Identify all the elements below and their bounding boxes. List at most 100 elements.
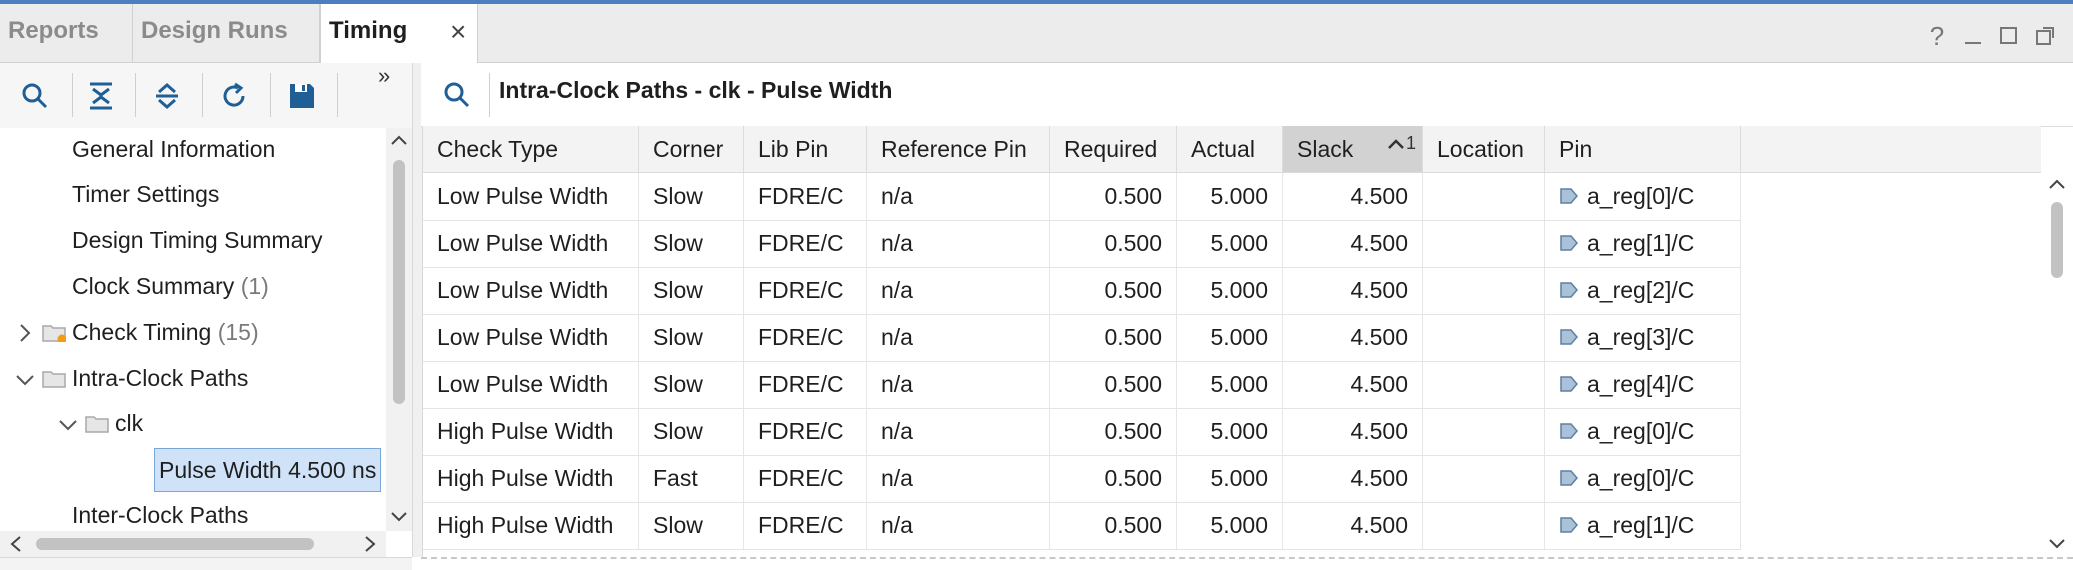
cell-location <box>1423 455 1545 502</box>
chevron-right-icon[interactable] <box>14 322 36 344</box>
cell-corner: Slow <box>639 314 744 361</box>
report-tree: General Information Timer Settings Desig… <box>0 128 386 531</box>
tree-item-general-information[interactable]: General Information <box>72 128 275 170</box>
column-header-reference-pin[interactable]: Reference Pin <box>867 126 1050 172</box>
collapse-all-icon <box>90 82 112 110</box>
cell-location <box>1423 314 1545 361</box>
cell-location <box>1423 502 1545 549</box>
tree-horizontal-scrollbar[interactable] <box>0 531 386 557</box>
pin-icon <box>1560 470 1578 486</box>
table-row[interactable]: Low Pulse Width Slow FDRE/C n/a 0.500 5.000 4.… <box>423 173 1741 221</box>
report-search-button[interactable] <box>437 77 477 113</box>
report-title: Intra-Clock Paths - clk - Pulse Width <box>499 77 893 103</box>
column-header-lib-pin[interactable]: Lib Pin <box>744 126 867 172</box>
cell-location <box>1423 220 1545 267</box>
chevron-down-icon[interactable] <box>14 369 36 391</box>
left-panel-footer <box>0 557 412 570</box>
pin-name[interactable]: a_reg[0]/C <box>1587 465 1694 491</box>
maximize-icon[interactable] <box>1994 20 2024 52</box>
toolbar-overflow-button[interactable]: » <box>378 63 390 89</box>
tree-item-pulse-width[interactable]: Pulse Width 4.500 ns <box>154 448 382 492</box>
cell-required: 0.500 <box>1050 220 1177 267</box>
tree-item-count: (1) <box>240 273 269 299</box>
cell-pin: a_reg[4]/C <box>1545 361 1741 408</box>
pin-name[interactable]: a_reg[0]/C <box>1587 183 1694 209</box>
save-button[interactable] <box>278 73 326 119</box>
table-row[interactable]: Low Pulse Width Slow FDRE/C n/a 0.500 5.000 4.… <box>423 314 1741 362</box>
panel-splitter[interactable] <box>412 63 423 557</box>
column-header-corner[interactable]: Corner <box>639 126 744 172</box>
column-header-actual[interactable]: Actual <box>1177 126 1283 172</box>
toolbar-separator <box>72 73 73 117</box>
cell-pin: a_reg[1]/C <box>1545 220 1741 267</box>
folder-warning-icon <box>42 325 66 342</box>
tab-design-runs[interactable]: Design Runs <box>133 4 320 62</box>
cell-lib-pin: FDRE/C <box>744 220 867 267</box>
tree-vertical-scrollbar[interactable] <box>386 128 412 531</box>
cell-pin: a_reg[0]/C <box>1545 173 1741 220</box>
tree-item-clk[interactable]: clk <box>115 402 143 444</box>
table-row[interactable]: High Pulse Width Fast FDRE/C n/a 0.500 5.000 4… <box>423 455 1741 503</box>
tree-item-intra-clock-paths[interactable]: Intra-Clock Paths <box>72 357 248 399</box>
tree-item-design-timing-summary[interactable]: Design Timing Summary <box>72 219 323 261</box>
chevron-down-icon[interactable] <box>57 414 79 436</box>
column-header-location[interactable]: Location <box>1423 126 1545 172</box>
cell-lib-pin: FDRE/C <box>744 314 867 361</box>
expand-all-icon <box>156 83 178 109</box>
cell-actual: 5.000 <box>1177 267 1283 314</box>
column-header-required[interactable]: Required <box>1050 126 1177 172</box>
tree-item-check-timing[interactable]: Check Timing (15) <box>72 311 259 353</box>
table-row[interactable]: Low Pulse Width Slow FDRE/C n/a 0.500 5.000 4.… <box>423 267 1741 315</box>
close-tab-icon[interactable]: × <box>450 12 472 52</box>
cell-actual: 5.000 <box>1177 220 1283 267</box>
scrollbar-track <box>391 135 407 522</box>
cell-pin: a_reg[0]/C <box>1545 408 1741 455</box>
cell-actual: 5.000 <box>1177 314 1283 361</box>
column-header-check-type[interactable]: Check Type <box>423 126 639 172</box>
help-icon[interactable]: ? <box>1922 20 1952 52</box>
tree-item-timer-settings[interactable]: Timer Settings <box>72 173 219 215</box>
pin-name[interactable]: a_reg[1]/C <box>1587 230 1694 256</box>
expand-all-button[interactable] <box>143 73 191 119</box>
table-vertical-scrollbar[interactable] <box>2041 172 2073 556</box>
cell-slack: 4.500 <box>1283 314 1423 361</box>
pin-icon <box>1560 423 1578 439</box>
pin-name[interactable]: a_reg[2]/C <box>1587 277 1694 303</box>
refresh-button[interactable] <box>210 73 258 119</box>
pin-name[interactable]: a_reg[1]/C <box>1587 512 1694 538</box>
cell-actual: 5.000 <box>1177 361 1283 408</box>
tab-timing-label: Timing <box>329 17 408 44</box>
tab-reports[interactable]: Reports <box>0 4 133 62</box>
cell-check-type: High Pulse Width <box>423 502 639 549</box>
cell-check-type: Low Pulse Width <box>423 173 639 220</box>
pin-name[interactable]: a_reg[0]/C <box>1587 418 1694 444</box>
float-window-icon[interactable] <box>2030 20 2060 52</box>
table-row[interactable]: High Pulse Width Slow FDRE/C n/a 0.500 5.000 4… <box>423 408 1741 456</box>
tree-item-inter-clock-paths[interactable]: Inter-Clock Paths <box>72 494 248 531</box>
column-header-pin[interactable]: Pin <box>1545 126 1741 172</box>
cell-required: 0.500 <box>1050 408 1177 455</box>
minimize-icon[interactable] <box>1958 20 1988 52</box>
table-row[interactable]: Low Pulse Width Slow FDRE/C n/a 0.500 5.000 4.… <box>423 361 1741 409</box>
table-row[interactable]: High Pulse Width Slow FDRE/C n/a 0.500 5.000 4… <box>423 502 1741 550</box>
cell-location <box>1423 408 1545 455</box>
toolbar-separator <box>135 73 136 117</box>
toolbar-separator <box>489 73 490 117</box>
cell-required: 0.500 <box>1050 267 1177 314</box>
search-button[interactable] <box>11 73 59 119</box>
column-header-slack[interactable]: Slack 1 <box>1283 126 1423 172</box>
table-row[interactable]: Low Pulse Width Slow FDRE/C n/a 0.500 5.000 4.… <box>423 220 1741 268</box>
cell-corner: Slow <box>639 267 744 314</box>
pin-name[interactable]: a_reg[4]/C <box>1587 371 1694 397</box>
cell-required: 0.500 <box>1050 361 1177 408</box>
cell-lib-pin: FDRE/C <box>744 173 867 220</box>
pin-name[interactable]: a_reg[3]/C <box>1587 324 1694 350</box>
search-icon <box>22 83 48 109</box>
cell-slack: 4.500 <box>1283 267 1423 314</box>
collapse-all-button[interactable] <box>77 73 125 119</box>
tree-item-clock-summary[interactable]: Clock Summary (1) <box>72 265 269 307</box>
cell-required: 0.500 <box>1050 502 1177 549</box>
folder-icon <box>85 416 109 433</box>
cell-reference-pin: n/a <box>867 314 1050 361</box>
cell-lib-pin: FDRE/C <box>744 361 867 408</box>
